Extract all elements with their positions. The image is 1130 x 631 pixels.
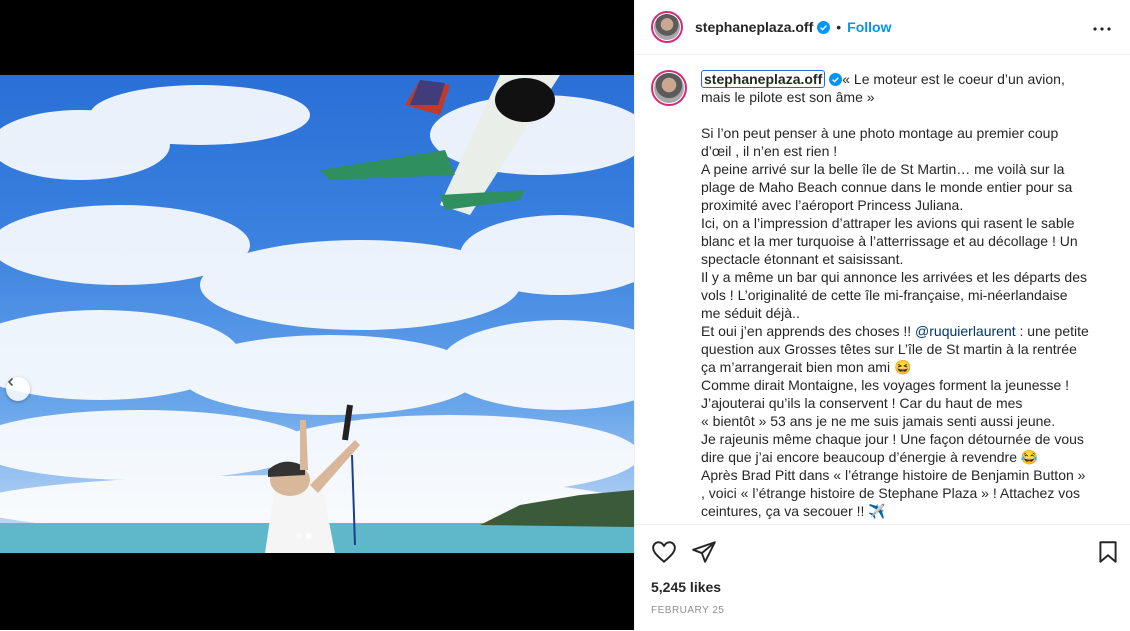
- caption-line: : une petite: [1015, 323, 1089, 339]
- post-date: FEBRUARY 25: [651, 605, 725, 616]
- caption-line: Si l’on peut penser à une photo montage …: [701, 125, 1059, 141]
- follow-button[interactable]: Follow: [847, 19, 891, 35]
- mention-link[interactable]: @ruquierlaurent: [915, 323, 1016, 339]
- caption-username[interactable]: stephaneplaza.off: [701, 70, 826, 88]
- caption-line: mais le pilote est son âme »: [701, 89, 875, 105]
- verified-badge-icon: [829, 73, 843, 86]
- caption-line: spectacle étonnant et saisissant.: [701, 251, 904, 267]
- caption-line: Il y a même un bar qui annonce les arriv…: [701, 269, 1087, 285]
- caption-line: Je rajeunis même chaque jour ! Une façon…: [701, 431, 1084, 447]
- caption-line: J’ajouterai qu’ils la conservent ! Car d…: [701, 395, 1023, 411]
- caption-line: Après Brad Pitt dans « l’étrange histoir…: [701, 467, 1086, 483]
- carousel-dot-active: [306, 533, 312, 539]
- post-sidebar: stephaneplaza.off • Follow stephaneplaza…: [634, 0, 1130, 630]
- caption: stephaneplaza.off « Le moteur est le coeu…: [651, 70, 1114, 520]
- caption-line: A peine arrivé sur la belle île de St Ma…: [701, 161, 1065, 177]
- caption-line: blanc et la mer turquoise à l’atterrissa…: [701, 233, 1078, 249]
- caption-line: Ici, on a l’impression d’attraper les av…: [701, 215, 1075, 231]
- carousel-prev-button[interactable]: [6, 377, 30, 401]
- caption-line: d’œil , il n’en est rien !: [701, 143, 838, 159]
- post-photo[interactable]: [0, 75, 634, 553]
- post-header: stephaneplaza.off • Follow: [635, 0, 1130, 55]
- caption-line: « bientôt » 53 ans je ne me suis jamais …: [701, 413, 1056, 429]
- caption-line: ceintures, ça va secouer !! ✈️: [701, 503, 886, 519]
- caption-line: dire que j’ai encore beaucoup d’énergie …: [701, 449, 1039, 465]
- more-options-button[interactable]: [1090, 16, 1114, 40]
- likes-count[interactable]: 5,245 likes: [651, 579, 721, 595]
- caption-line: « Le moteur est le coeur d’un avion,: [842, 71, 1065, 87]
- bookmark-icon[interactable]: [1095, 539, 1121, 565]
- share-icon[interactable]: [691, 539, 717, 565]
- header-username[interactable]: stephaneplaza.off: [695, 19, 813, 35]
- caption-line: question aux Grosses têtes sur L’île de …: [701, 341, 1077, 357]
- caption-line: me séduit déjà..: [701, 305, 800, 321]
- comments-section: stephaneplaza.off « Le moteur est le coeu…: [635, 56, 1130, 524]
- caption-text: stephaneplaza.off « Le moteur est le coeu…: [701, 70, 1097, 520]
- carousel-dot: [296, 533, 302, 539]
- avatar[interactable]: [651, 11, 683, 43]
- caption-line: Et oui j’en apprends des choses !!: [701, 323, 916, 339]
- photo-illustration: [0, 75, 634, 553]
- post-actions: 5,245 likes FEBRUARY 25: [635, 524, 1130, 631]
- verified-badge-icon: [817, 20, 831, 34]
- carousel-indicator: [296, 533, 312, 539]
- caption-line: plage de Maho Beach connue dans le monde…: [701, 179, 1073, 195]
- caption-line: Comme dirait Montaigne, les voyages form…: [701, 377, 1070, 393]
- caption-avatar[interactable]: [651, 70, 687, 106]
- heart-icon[interactable]: [651, 539, 677, 565]
- caption-line: vols ! L’originalité de cette île mi-fra…: [701, 287, 1068, 303]
- caption-line: , voici « l’étrange histoire de Stephane…: [701, 485, 1081, 501]
- caption-line: proximité avec l’aéroport Princess Julia…: [701, 197, 964, 213]
- more-options-icon: [1092, 19, 1112, 37]
- caption-line: ça m’arrangerait bien mon ami 😆: [701, 359, 912, 375]
- separator-dot: •: [836, 19, 842, 35]
- post-media: [0, 0, 634, 630]
